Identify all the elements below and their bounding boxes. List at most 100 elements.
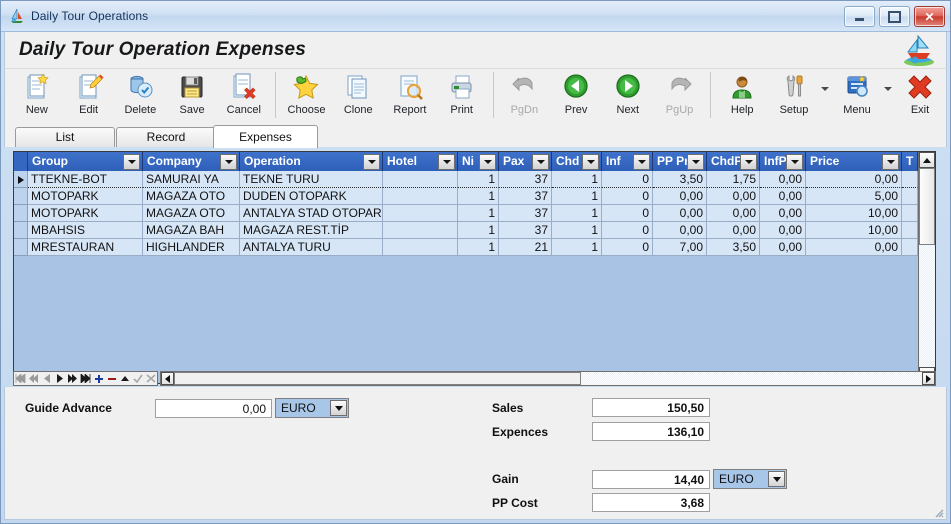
- column-header-total[interactable]: T: [902, 152, 918, 171]
- nav-next-record[interactable]: [53, 372, 66, 385]
- menu-dropdown-arrow-icon[interactable]: [883, 69, 894, 122]
- column-header-chd[interactable]: Chd: [552, 152, 602, 171]
- column-header-hotel-label: Hotel: [387, 154, 417, 168]
- new-button[interactable]: New: [11, 69, 63, 122]
- table-row[interactable]: MOTOPARK MAGAZA OTO DUDEN OTOPARK 1 37 1…: [14, 188, 935, 205]
- column-filter-dropdown-icon[interactable]: [532, 154, 549, 170]
- setup-dropdown-arrow-icon[interactable]: [820, 69, 831, 122]
- column-filter-dropdown-icon[interactable]: [363, 154, 380, 170]
- cell-operation: ANTALYA STAD OTOPARK: [240, 205, 383, 222]
- column-filter-dropdown-icon[interactable]: [123, 154, 140, 170]
- cell-nights: 1: [458, 171, 499, 188]
- column-header-company[interactable]: Company: [143, 152, 240, 171]
- cell-total: [902, 205, 918, 222]
- tab-record[interactable]: Record: [116, 127, 216, 147]
- guide-advance-input[interactable]: 0,00: [155, 398, 272, 418]
- column-filter-dropdown-icon[interactable]: [582, 154, 599, 170]
- column-filter-dropdown-icon[interactable]: [687, 154, 704, 170]
- report-button[interactable]: Report: [384, 69, 436, 122]
- column-header-inf[interactable]: Inf: [602, 152, 653, 171]
- nav-cancel-record[interactable]: [144, 372, 157, 385]
- clone-button[interactable]: Clone: [332, 69, 384, 122]
- horizontal-scroll-thumb[interactable]: [174, 372, 581, 385]
- chevron-down-icon[interactable]: [330, 400, 347, 416]
- vertical-scroll-thumb[interactable]: [919, 168, 935, 245]
- nav-first-record[interactable]: [14, 372, 27, 385]
- guide-advance-currency-value: EURO: [281, 401, 316, 415]
- choose-button[interactable]: Choose: [281, 69, 333, 122]
- column-header-nights[interactable]: Ni: [458, 152, 499, 171]
- exit-button[interactable]: Exit: [894, 69, 946, 122]
- nav-last-record[interactable]: [79, 372, 92, 385]
- cell-total: [902, 188, 918, 205]
- copy-pages-icon: [342, 73, 374, 103]
- grid-vertical-scrollbar[interactable]: [918, 152, 935, 383]
- sales-field: Sales 150,50: [492, 398, 710, 417]
- column-header-hotel[interactable]: Hotel: [383, 152, 458, 171]
- maximize-icon[interactable]: [879, 6, 910, 27]
- setup-button[interactable]: Setup: [768, 69, 820, 122]
- column-filter-dropdown-icon[interactable]: [479, 154, 496, 170]
- column-filter-dropdown-icon[interactable]: [438, 154, 455, 170]
- save-button[interactable]: Save: [166, 69, 218, 122]
- column-header-operation[interactable]: Operation: [240, 152, 383, 171]
- nav-next-page[interactable]: [66, 372, 79, 385]
- column-filter-dropdown-icon[interactable]: [740, 154, 757, 170]
- table-row[interactable]: MOTOPARK MAGAZA OTO ANTALYA STAD OTOPARK…: [14, 205, 935, 222]
- nav-post-record[interactable]: [131, 372, 144, 385]
- guide-advance-currency-select[interactable]: EURO: [275, 398, 349, 418]
- cancel-button[interactable]: Cancel: [218, 69, 270, 122]
- column-filter-dropdown-icon[interactable]: [882, 154, 899, 170]
- edit-button[interactable]: Edit: [63, 69, 115, 122]
- print-button[interactable]: Print: [436, 69, 488, 122]
- cell-inf: 0: [602, 222, 653, 239]
- column-header-chdpr[interactable]: ChdPr: [707, 152, 760, 171]
- pgdn-button[interactable]: PgDn: [498, 69, 550, 122]
- scroll-right-arrow-icon[interactable]: [922, 372, 935, 385]
- resize-grip-icon[interactable]: [932, 505, 944, 518]
- cell-chdpr: 0,00: [707, 188, 760, 205]
- nav-insert-record[interactable]: [92, 372, 105, 385]
- close-icon[interactable]: ✕: [914, 6, 945, 27]
- sailboat-logo: [902, 34, 936, 66]
- tab-expenses[interactable]: Expenses: [213, 125, 318, 148]
- menu-button[interactable]: Menu: [831, 69, 883, 122]
- gain-currency-select[interactable]: EURO: [713, 469, 787, 489]
- cell-price: 10,00: [806, 222, 902, 239]
- cell-pax: 37: [499, 222, 552, 239]
- column-filter-dropdown-icon[interactable]: [220, 154, 237, 170]
- column-header-pp-pr[interactable]: PP Pr: [653, 152, 707, 171]
- minimize-icon[interactable]: [844, 6, 875, 27]
- chevron-down-icon[interactable]: [768, 471, 785, 487]
- table-row[interactable]: MBAHSIS MAGAZA BAH MAGAZA REST.TİP 1 37 …: [14, 222, 935, 239]
- tab-list[interactable]: List: [15, 127, 115, 147]
- prev-button[interactable]: Prev: [550, 69, 602, 122]
- nav-prior-page[interactable]: [27, 372, 40, 385]
- column-header-price[interactable]: Price: [806, 152, 902, 171]
- delete-button[interactable]: Delete: [114, 69, 166, 122]
- cell-chd: 1: [552, 171, 602, 188]
- vertical-scroll-track[interactable]: [919, 168, 935, 367]
- nav-edit-record[interactable]: [118, 372, 131, 385]
- nav-prior-record[interactable]: [40, 372, 53, 385]
- grid-horizontal-scrollbar[interactable]: [160, 371, 936, 386]
- scroll-left-arrow-icon[interactable]: [161, 372, 174, 385]
- column-filter-dropdown-icon[interactable]: [633, 154, 650, 170]
- column-filter-dropdown-icon[interactable]: [786, 154, 803, 170]
- column-header-pax[interactable]: Pax: [499, 152, 552, 171]
- scroll-up-arrow-icon[interactable]: [919, 152, 935, 168]
- pgup-button[interactable]: PgUp: [654, 69, 706, 122]
- cell-company: MAGAZA BAH: [143, 222, 240, 239]
- column-header-group[interactable]: Group: [28, 152, 143, 171]
- toolbar-separator: [710, 72, 712, 118]
- setup-label: Setup: [779, 104, 809, 116]
- table-row[interactable]: TTEKNE-BOT SAMURAI YA TEKNE TURU 1 37 1 …: [14, 171, 935, 188]
- table-row[interactable]: MRESTAURAN HIGHLANDER ANTALYA TURU 1 21 …: [14, 239, 935, 256]
- column-header-infpr[interactable]: InfPr: [760, 152, 806, 171]
- totals-panel: Guide Advance 0,00 EURO Sales 150,50 Exp…: [4, 387, 947, 520]
- nav-delete-record[interactable]: [105, 372, 118, 385]
- cell-infpr: 0,00: [760, 188, 806, 205]
- help-button[interactable]: Help: [716, 69, 768, 122]
- next-button[interactable]: Next: [602, 69, 654, 122]
- prev-label: Prev: [564, 104, 588, 116]
